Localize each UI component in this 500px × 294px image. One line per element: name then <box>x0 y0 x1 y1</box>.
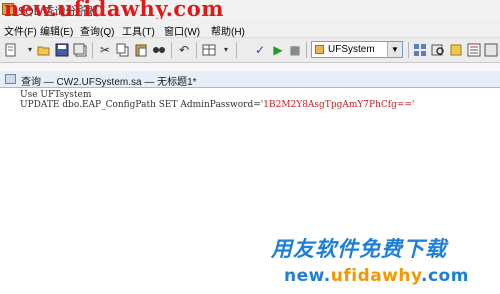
watermark-url-domain: ufidawhy <box>330 266 422 286</box>
watermark-logo-top: new.ufidawhy.com <box>4 0 224 21</box>
find-icon[interactable] <box>151 42 167 58</box>
open-icon[interactable] <box>36 42 52 58</box>
title-bar: SQL 查询分析器 new.ufidawhy.com <box>0 0 500 21</box>
check-syntax-icon[interactable]: ✓ <box>252 42 268 58</box>
object-browser-icon[interactable] <box>412 42 428 58</box>
menu-tools[interactable]: 工具(T) <box>122 23 155 38</box>
help-icon[interactable] <box>483 42 499 58</box>
paste-icon[interactable] <box>133 42 149 58</box>
code-line-2-string: '1B2M2Y8AsgTpgAmY7PhCfg==' <box>260 100 415 110</box>
code-line-2-statement: UPDATE dbo.EAP_ConfigPath SET AdminPassw… <box>20 100 261 110</box>
toolbar-separator <box>196 42 197 58</box>
query-document-icon <box>5 74 16 84</box>
code-area[interactable]: Use UFTsystem UPDATE dbo.EAP_ConfigPath … <box>20 90 414 110</box>
stop-icon[interactable]: ■ <box>287 42 303 58</box>
results-dropdown-icon[interactable]: ▾ <box>218 42 234 58</box>
results-grid-icon[interactable] <box>201 42 217 58</box>
copy-icon[interactable] <box>115 42 131 58</box>
save-all-icon[interactable] <box>72 42 88 58</box>
execute-icon[interactable]: ▶ <box>270 42 286 58</box>
menu-file[interactable]: 文件(F) <box>4 23 37 38</box>
object-icon[interactable] <box>448 42 464 58</box>
menu-help[interactable]: 帮助(H) <box>211 23 245 38</box>
database-icon <box>315 45 324 54</box>
mdi-background <box>0 63 500 71</box>
toolbar-separator <box>408 42 409 58</box>
query-window-titlebar[interactable]: 查询 — CW2.UFSystem.sa — 无标题1* <box>0 71 500 88</box>
cut-icon[interactable]: ✂ <box>97 42 113 58</box>
watermark-url-suffix: .com <box>421 266 469 286</box>
undo-icon[interactable]: ↶ <box>176 42 192 58</box>
watermark-url-prefix: new. <box>284 266 331 286</box>
menu-window[interactable]: 窗口(W) <box>164 23 200 38</box>
database-select[interactable]: UFSystem ▼ <box>311 41 403 58</box>
toolbar-separator <box>171 42 172 58</box>
code-line-1: Use UFTsystem <box>20 90 92 100</box>
query-window-title: 查询 — CW2.UFSystem.sa — 无标题1* <box>21 77 197 88</box>
new-query-icon[interactable] <box>3 42 19 58</box>
watermark-text-cn: 用友软件免费下载 <box>271 237 447 261</box>
toolbar-separator <box>236 42 237 58</box>
watermark-url: new.ufidawhy.com <box>284 266 469 286</box>
toolbar-separator <box>92 42 93 58</box>
toolbar: ▾ ✂ ↶ ▾ ✓ ▶ ■ UFSystem ▼ <box>0 38 500 63</box>
object-search-icon[interactable] <box>430 42 446 58</box>
save-icon[interactable] <box>54 42 70 58</box>
chevron-down-icon[interactable]: ▼ <box>387 42 402 57</box>
query-editor[interactable]: Use UFTsystem UPDATE dbo.EAP_ConfigPath … <box>0 88 500 294</box>
menu-query[interactable]: 查询(Q) <box>80 23 114 38</box>
toolbar-separator <box>306 42 307 58</box>
menu-bar: 文件(F) 编辑(E) 查询(Q) 工具(T) 窗口(W) 帮助(H) <box>0 19 500 38</box>
database-select-value: UFSystem <box>328 44 375 55</box>
properties-icon[interactable] <box>466 42 482 58</box>
menu-edit[interactable]: 编辑(E) <box>40 23 73 38</box>
